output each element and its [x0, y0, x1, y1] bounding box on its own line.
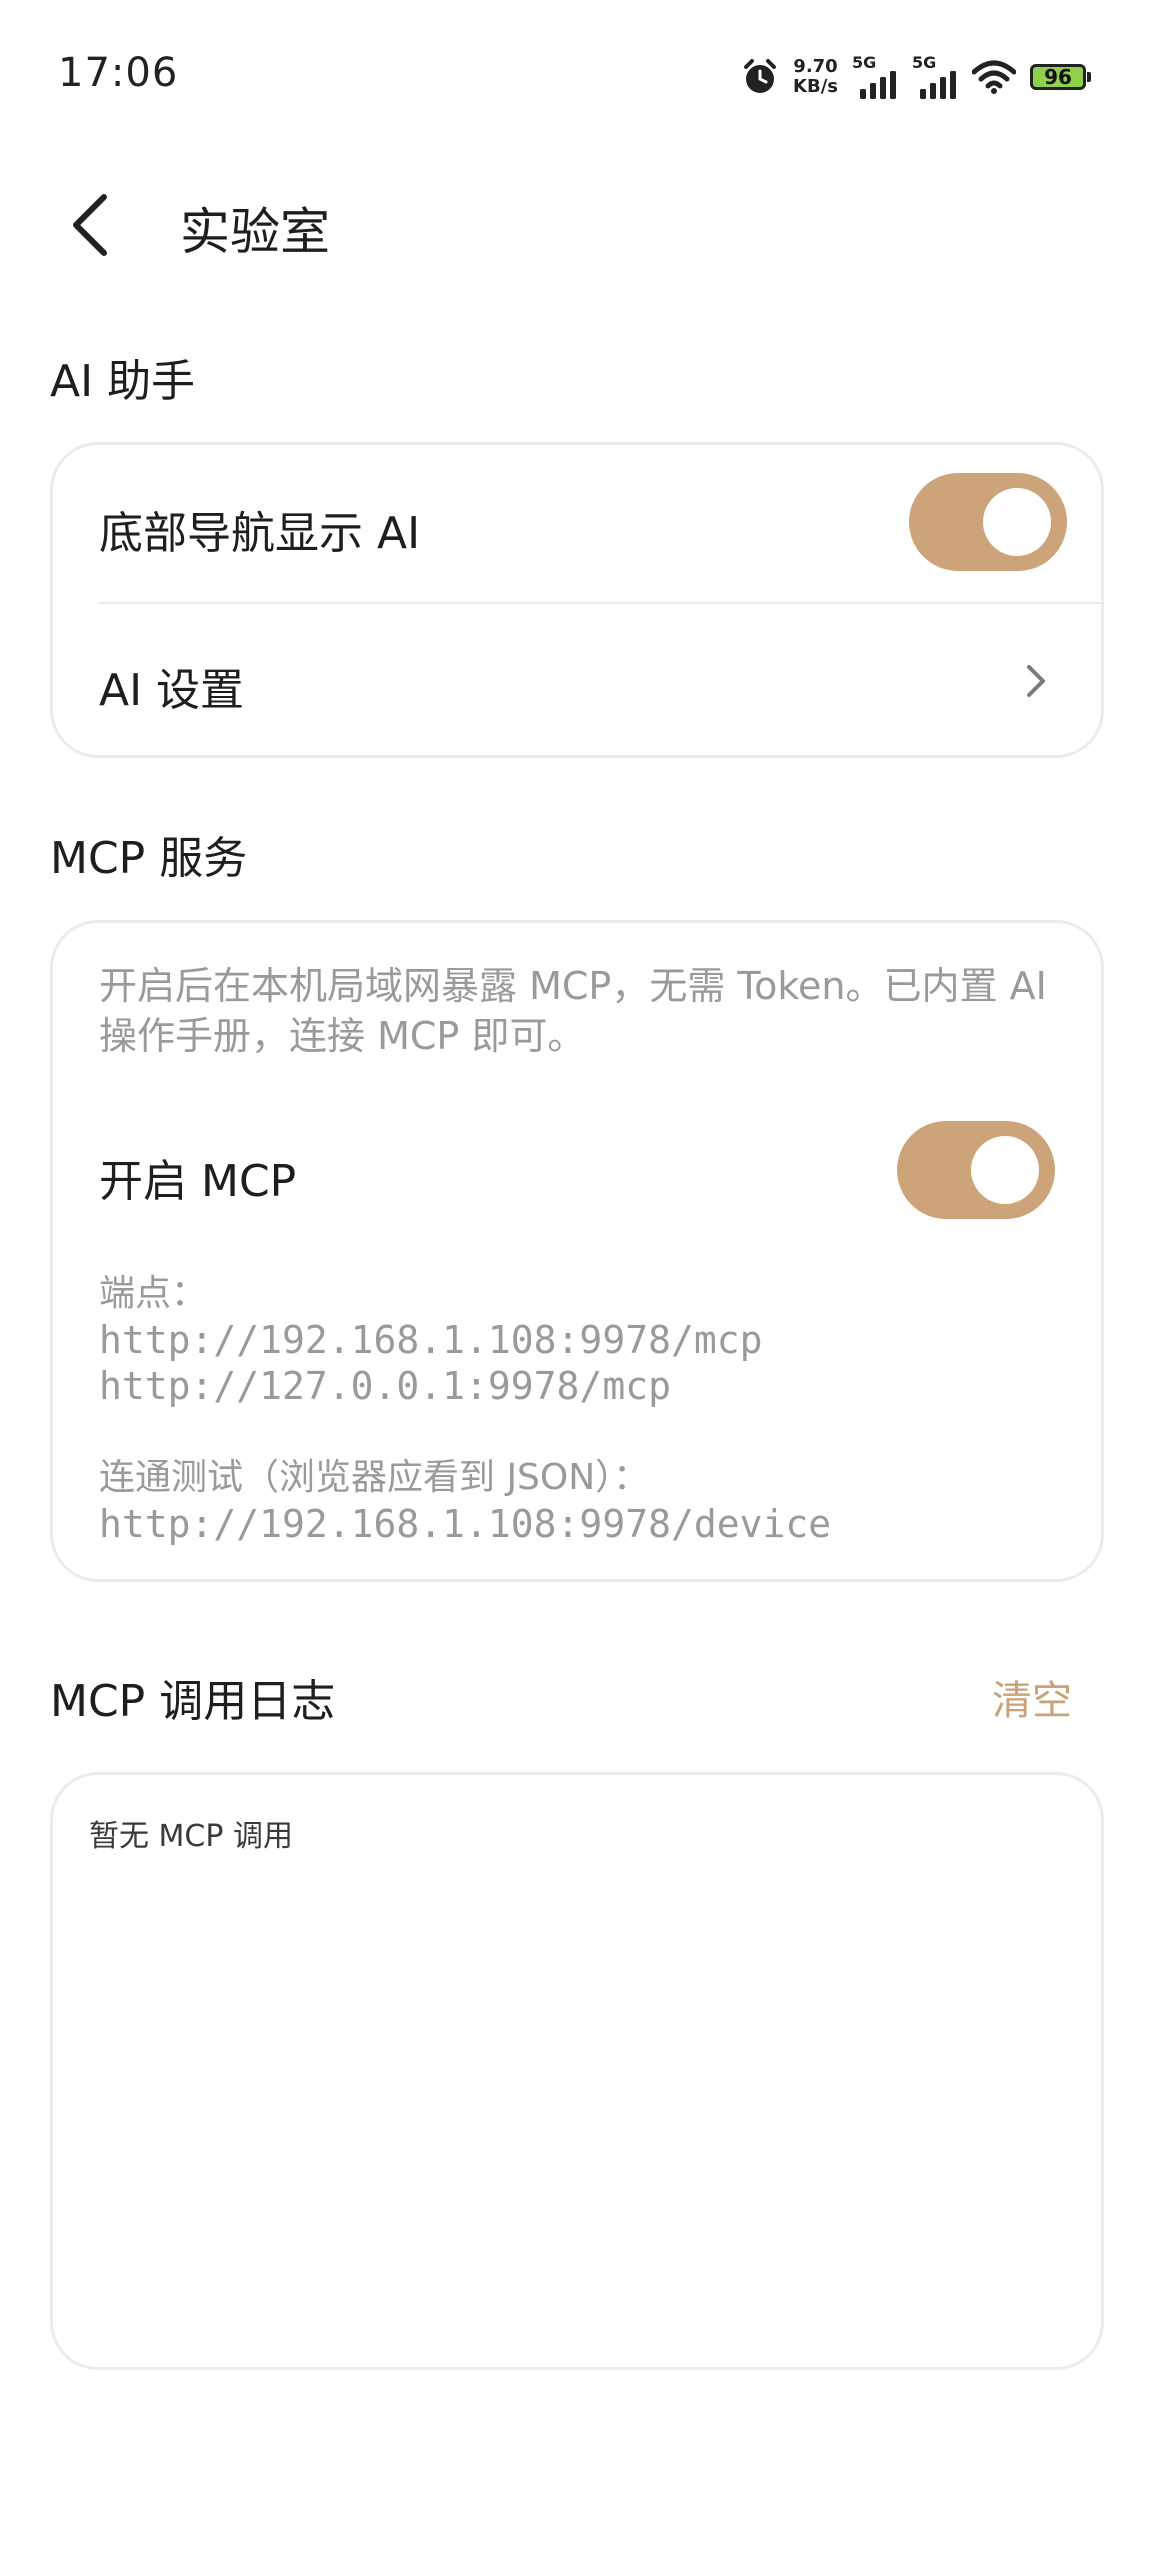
net-speed: 9.70 KB/s [793, 57, 838, 97]
section-title-ai: AI 助手 [50, 356, 196, 407]
enable-mcp-label: 开启 MCP [99, 1156, 297, 1207]
chevron-left-icon [73, 194, 107, 256]
back-button[interactable] [50, 185, 130, 265]
wifi-icon [972, 60, 1016, 94]
status-bar: 17:06 9.70 KB/s 5G 5G 96 [0, 0, 1152, 150]
mcp-card: 开启后在本机局域网暴露 MCP，无需 Token。已内置 AI 操作手册，连接 … [50, 920, 1104, 1582]
page-title: 实验室 [180, 203, 330, 261]
connectivity-test-url: http://192.168.1.108:9978/device [99, 1502, 832, 1546]
section-title-mcp: MCP 服务 [50, 833, 248, 884]
net-speed-unit: KB/s [793, 76, 838, 97]
net-speed-value: 9.70 [793, 56, 838, 77]
status-icons: 9.70 KB/s 5G 5G 96 [727, 50, 1091, 104]
endpoint-url: http://192.168.1.108:9978/mcp [99, 1318, 763, 1362]
section-title-log: MCP 调用日志 [50, 1676, 336, 1727]
connectivity-test-block: 连通测试（浏览器应看到 JSON）： http://192.168.1.108:… [99, 1455, 831, 1547]
endpoints-block: 端点： http://192.168.1.108:9978/mcp http:/… [99, 1271, 762, 1409]
connectivity-test-label: 连通测试（浏览器应看到 JSON）： [99, 1457, 650, 1498]
show-ai-in-nav-toggle[interactable] [909, 473, 1067, 571]
ai-settings-card: 底部导航显示 AI AI 设置 [50, 442, 1104, 758]
mcp-description: 开启后在本机局域网暴露 MCP，无需 Token。已内置 AI 操作手册，连接 … [99, 964, 1047, 1058]
enable-mcp-toggle[interactable] [897, 1121, 1055, 1219]
enable-mcp-row[interactable]: 开启 MCP [53, 1103, 1101, 1233]
ai-settings-row[interactable]: AI 设置 [53, 604, 1101, 758]
app-header: 实验室 [0, 160, 1152, 290]
mcp-log-card: 暂无 MCP 调用 [50, 1772, 1104, 2370]
endpoint-url: http://127.0.0.1:9978/mcp [99, 1364, 671, 1408]
show-ai-in-nav-label: 底部导航显示 AI [99, 508, 421, 559]
battery-level: 96 [1044, 65, 1072, 89]
chevron-right-icon [1027, 665, 1045, 697]
signal-icon: 5G [912, 55, 958, 99]
clear-log-button[interactable]: 清空 [992, 1668, 1072, 1726]
toggle-knob [971, 1136, 1039, 1204]
status-time: 17:06 [58, 50, 179, 96]
toggle-knob [983, 488, 1051, 556]
show-ai-in-nav-row[interactable]: 底部导航显示 AI [53, 445, 1101, 602]
endpoints-label: 端点： [99, 1273, 208, 1314]
battery-icon: 96 [1030, 64, 1091, 90]
ai-settings-label: AI 设置 [99, 665, 245, 716]
signal-icon: 5G [852, 55, 898, 99]
alarm-icon [741, 58, 779, 96]
log-empty-text: 暂无 MCP 调用 [89, 1819, 293, 1854]
